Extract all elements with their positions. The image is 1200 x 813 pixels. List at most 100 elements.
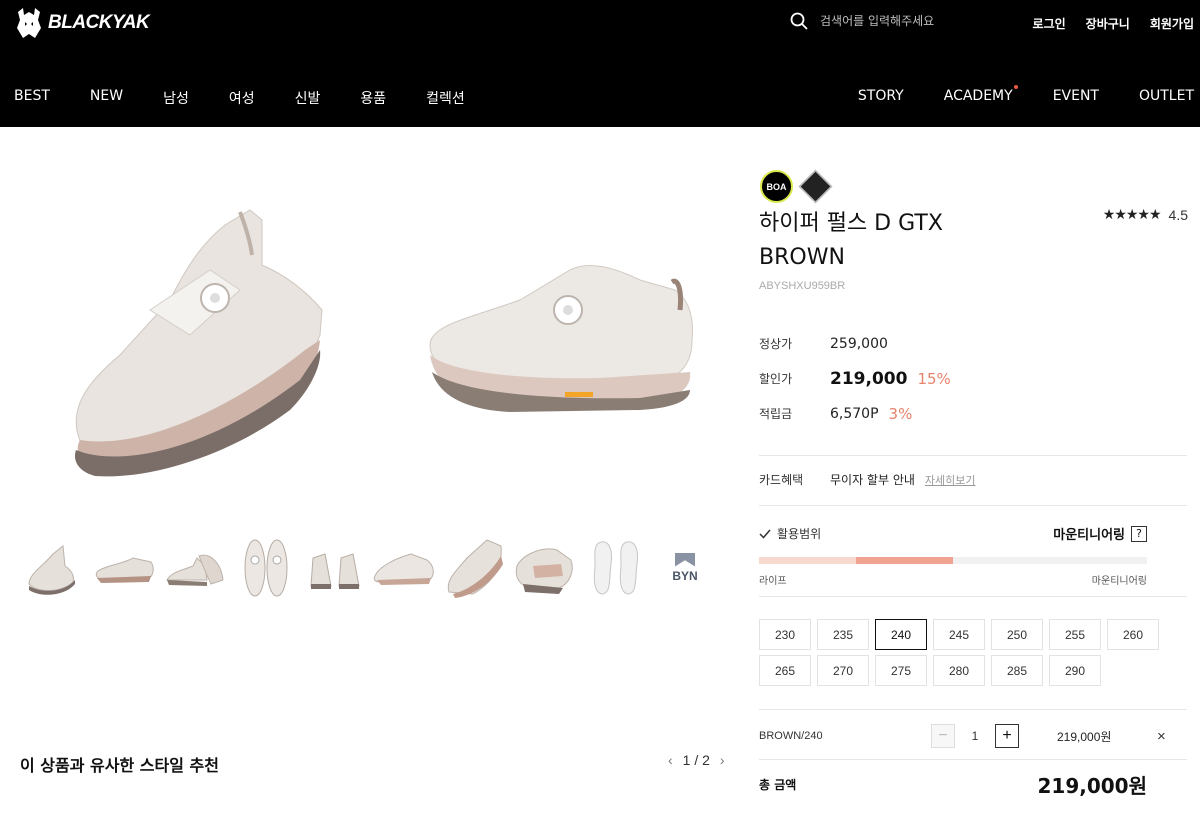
search-input[interactable] bbox=[820, 14, 990, 28]
divider bbox=[759, 455, 1187, 456]
prev-arrow-icon[interactable]: ‹ bbox=[668, 752, 673, 768]
thumbnail[interactable] bbox=[510, 530, 580, 605]
nav-item-outlet[interactable]: OUTLET bbox=[1139, 88, 1194, 104]
rating-value: 4.5 bbox=[1168, 206, 1188, 223]
product-name-line1: 하이퍼 펄스 D GTX bbox=[759, 211, 943, 236]
sale-price-value: 219,000 bbox=[830, 368, 908, 389]
size-option-255[interactable]: 255 bbox=[1049, 619, 1101, 650]
shoe-thumbnail-icon bbox=[166, 554, 224, 586]
byn-logo: BYN bbox=[672, 552, 698, 583]
nav-item-gear[interactable]: 용품 bbox=[360, 88, 386, 108]
size-option-240[interactable]: 240 bbox=[875, 619, 927, 650]
quantity-value[interactable]: 1 bbox=[955, 729, 995, 743]
quantity-plus-button[interactable]: + bbox=[995, 724, 1019, 748]
nav-item-collection[interactable]: 컬렉션 bbox=[426, 88, 465, 108]
regular-price-label: 정상가 bbox=[759, 337, 793, 351]
next-arrow-icon[interactable]: › bbox=[720, 752, 725, 768]
thumbnail[interactable] bbox=[230, 530, 300, 605]
usage-range-max-label: 마운티니어링 bbox=[1091, 576, 1147, 587]
nav-item-event[interactable]: EVENT bbox=[1053, 88, 1099, 104]
nav-item-best[interactable]: BEST bbox=[14, 88, 50, 108]
size-option-275[interactable]: 275 bbox=[875, 655, 927, 686]
utility-links: 로그인 장바구니 회원가입 bbox=[1033, 15, 1194, 32]
size-option-235[interactable]: 235 bbox=[817, 619, 869, 650]
product-color-name: BROWN bbox=[759, 245, 845, 270]
size-option-285[interactable]: 285 bbox=[991, 655, 1043, 686]
total-value: 219,000원 bbox=[1037, 774, 1148, 798]
regular-price-value: 259,000 bbox=[830, 335, 888, 352]
size-option-230[interactable]: 230 bbox=[759, 619, 811, 650]
main-nav-left: BEST NEW 남성 여성 신발 용품 컬렉션 bbox=[14, 88, 505, 108]
main-nav-right: STORY ACADEMY EVENT OUTLET bbox=[818, 85, 1194, 104]
nav-item-shoes[interactable]: 신발 bbox=[295, 88, 321, 108]
sale-price-row: 할인가 219,000 15% bbox=[759, 361, 1189, 396]
divider bbox=[759, 505, 1187, 506]
shoe-side-view-left bbox=[74, 209, 323, 477]
thumbnail[interactable] bbox=[300, 530, 370, 605]
total-row: 총 금액 219,000원 bbox=[759, 770, 1147, 799]
thumbnail[interactable] bbox=[20, 530, 90, 605]
selected-option-name: BROWN/240 bbox=[759, 730, 823, 742]
thumbnail[interactable]: BYN bbox=[650, 530, 720, 605]
cart-link[interactable]: 장바구니 bbox=[1086, 15, 1130, 32]
size-option-265[interactable]: 265 bbox=[759, 655, 811, 686]
size-option-280[interactable]: 280 bbox=[933, 655, 985, 686]
usage-range-bar bbox=[759, 557, 1147, 564]
card-benefit-value: 무이자 할부 안내 bbox=[830, 473, 915, 487]
search-icon[interactable] bbox=[790, 12, 808, 30]
byn-logo-text: BYN bbox=[672, 568, 698, 583]
thumbnail[interactable] bbox=[160, 530, 230, 605]
divider bbox=[759, 596, 1187, 597]
discount-rate: 15% bbox=[917, 369, 951, 388]
product-rating[interactable]: ★★★★★ 4.5 bbox=[1103, 206, 1188, 223]
product-main-image[interactable] bbox=[0, 150, 740, 510]
quantity-stepper: − 1 + bbox=[931, 724, 1019, 748]
boa-badge: BOA bbox=[760, 170, 793, 203]
usage-range-scale: 라이프 마운티니어링 bbox=[759, 572, 1147, 587]
product-code: ABYSHXU959BR bbox=[759, 280, 846, 292]
brand-logo[interactable]: BLACKYAK bbox=[14, 6, 150, 40]
card-benefit-label: 카드혜택 bbox=[759, 473, 804, 487]
help-icon[interactable]: ? bbox=[1131, 525, 1147, 542]
quantity-minus-button[interactable]: − bbox=[931, 724, 955, 748]
divider bbox=[759, 759, 1187, 760]
gore-tex-badge-icon bbox=[798, 169, 833, 204]
recommend-page-indicator: 1 / 2 bbox=[682, 752, 710, 768]
thumbnail[interactable] bbox=[440, 530, 510, 605]
selected-option-row: BROWN/240 − 1 + 219,000원 × bbox=[759, 722, 1189, 750]
remove-option-close-icon[interactable]: × bbox=[1157, 728, 1166, 745]
yak-logo-icon bbox=[17, 8, 41, 38]
option-price: 219,000원 bbox=[1057, 729, 1112, 744]
shoe-thumbnail-icon bbox=[95, 556, 154, 583]
size-option-290[interactable]: 290 bbox=[1049, 655, 1101, 686]
total-label: 총 금액 bbox=[759, 778, 797, 792]
nav-item-new[interactable]: NEW bbox=[90, 88, 123, 108]
login-link[interactable]: 로그인 bbox=[1033, 15, 1066, 32]
thumbnail[interactable] bbox=[90, 530, 160, 605]
usage-range-label: 활용범위 bbox=[777, 527, 822, 541]
signup-link[interactable]: 회원가입 bbox=[1150, 15, 1194, 32]
byn-logo-icon bbox=[675, 552, 695, 567]
shoe-side-view-right bbox=[429, 264, 693, 412]
size-option-260[interactable]: 260 bbox=[1107, 619, 1159, 650]
rating-stars-icon: ★★★★★ bbox=[1102, 206, 1162, 222]
nav-item-academy[interactable]: ACADEMY bbox=[944, 85, 1018, 104]
usage-range-min-label: 라이프 bbox=[759, 576, 787, 587]
usage-level-name: 마운티니어링 bbox=[1053, 528, 1125, 543]
nav-item-men[interactable]: 남성 bbox=[163, 88, 189, 108]
size-option-245[interactable]: 245 bbox=[933, 619, 985, 650]
check-icon bbox=[759, 529, 771, 539]
nav-item-story[interactable]: STORY bbox=[858, 88, 904, 104]
thumbnail[interactable] bbox=[580, 530, 650, 605]
nav-item-women[interactable]: 여성 bbox=[229, 88, 255, 108]
thumbnail[interactable] bbox=[370, 530, 440, 605]
points-rate: 3% bbox=[888, 404, 913, 423]
sale-price-label: 할인가 bbox=[759, 372, 793, 386]
tech-badges: BOA bbox=[760, 169, 833, 204]
size-option-250[interactable]: 250 bbox=[991, 619, 1043, 650]
brand-name: BLACKYAK bbox=[48, 12, 150, 33]
size-option-270[interactable]: 270 bbox=[817, 655, 869, 686]
points-label: 적립금 bbox=[759, 407, 793, 421]
card-benefit-more-link[interactable]: 자세히보기 bbox=[925, 472, 976, 488]
shoe-thumbnail-icon bbox=[373, 552, 434, 585]
